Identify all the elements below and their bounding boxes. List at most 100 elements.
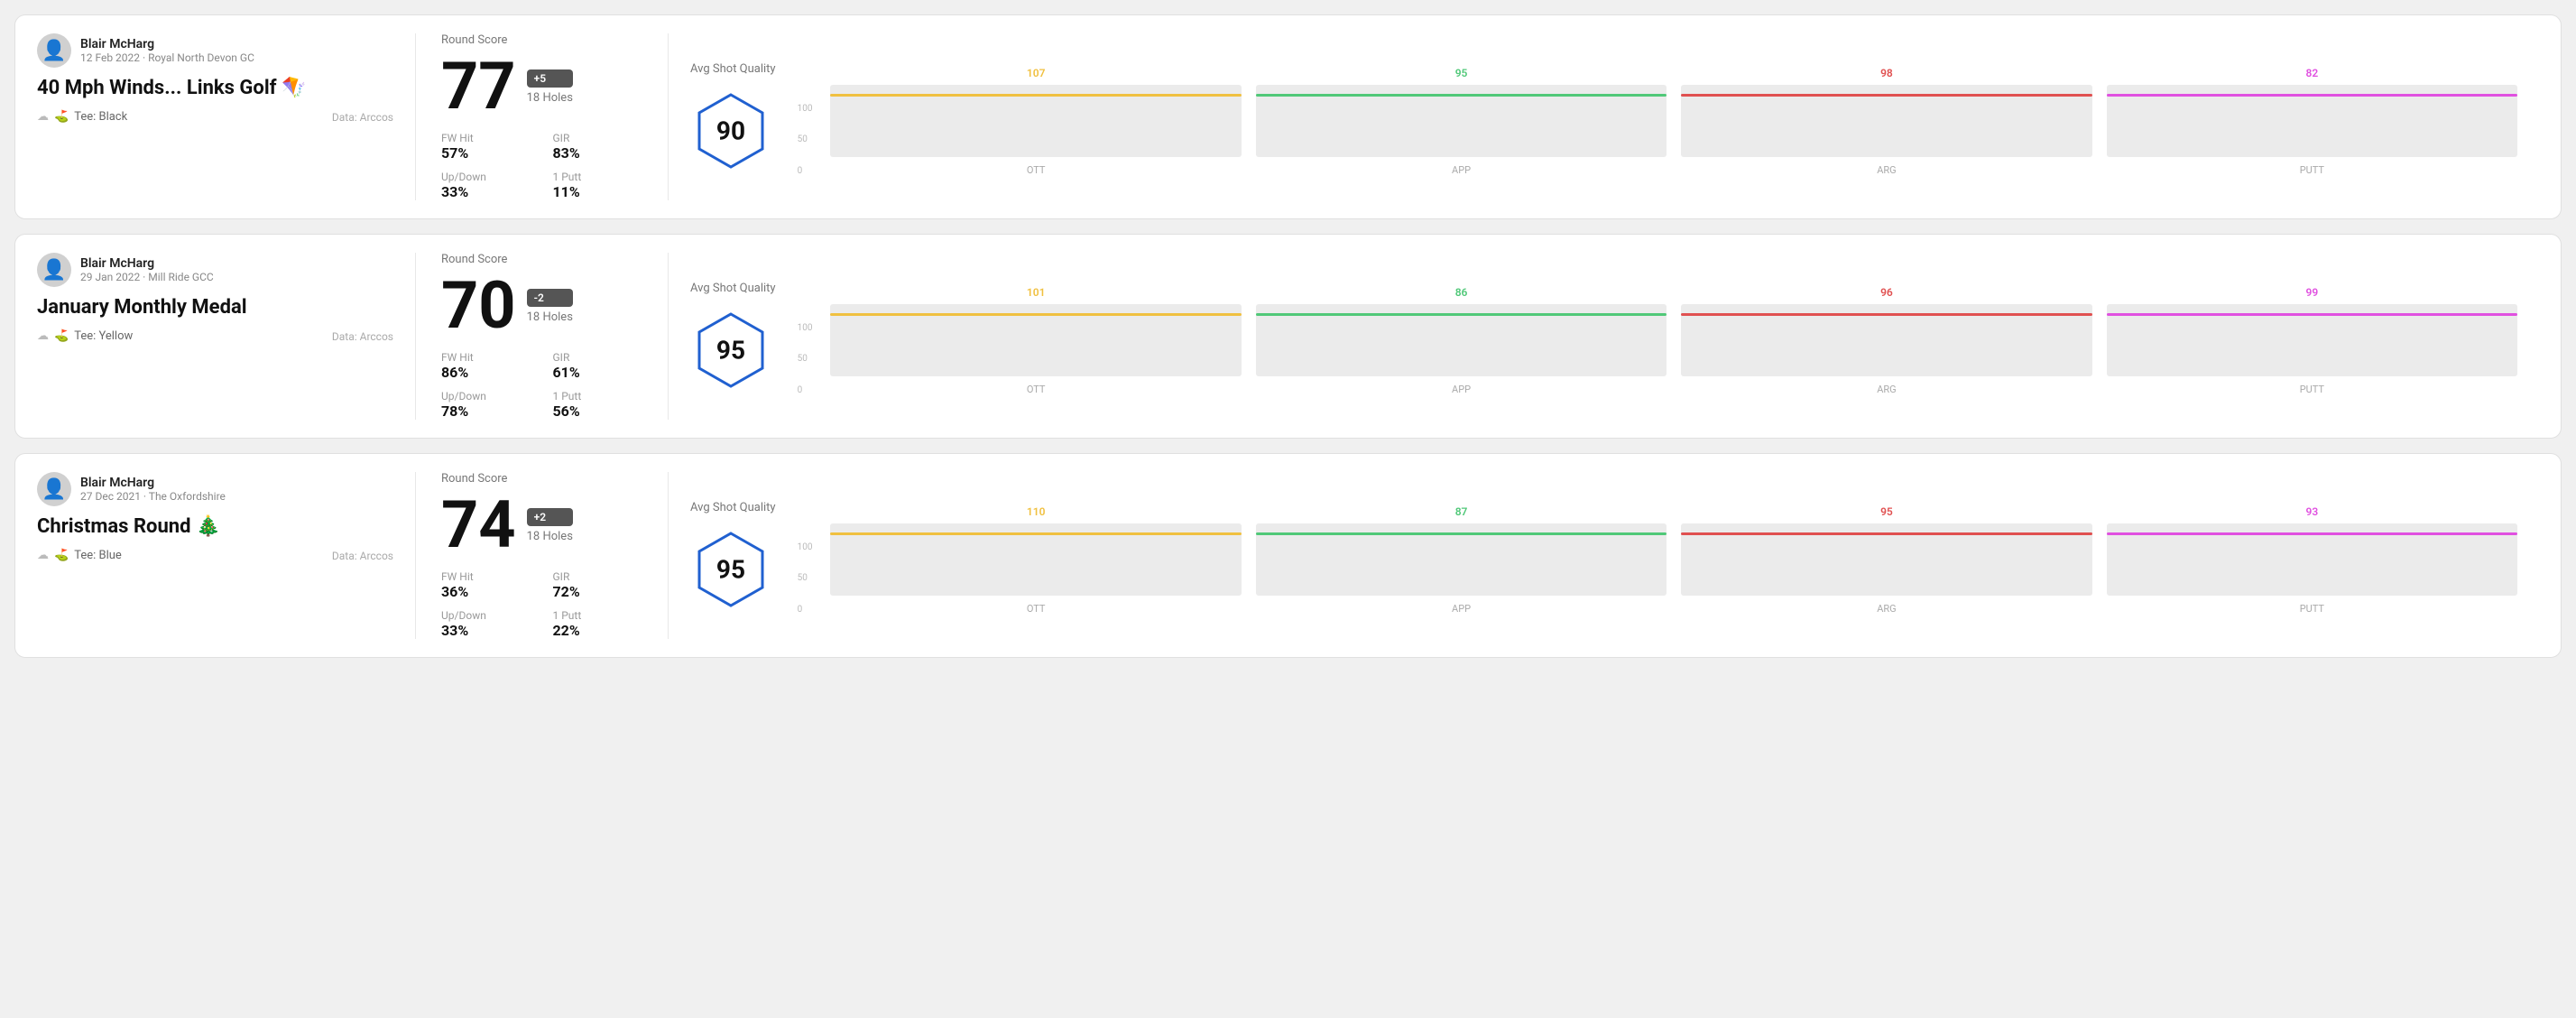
stat-label: FW Hit [441, 570, 531, 583]
tee-label: Tee: Black [74, 110, 127, 124]
stat-item: FW Hit57% [441, 132, 531, 162]
chart-col-ott: 107OTT [830, 67, 1241, 176]
avatar: 👤 [37, 33, 71, 68]
bar-bg [1256, 304, 1667, 376]
y-axis-label: 0 [798, 166, 813, 176]
bar-label: PUTT [2300, 164, 2324, 176]
bar-line [830, 94, 1241, 97]
chart-y-axis: 100500 [798, 104, 817, 176]
bar-bg [1681, 85, 2091, 157]
stat-label: GIR [553, 570, 643, 583]
shot-quality-label: Avg Shot Quality [690, 62, 776, 76]
stat-value: 33% [441, 183, 531, 200]
bar-wrapper [830, 85, 1241, 157]
bar-label: ARG [1877, 164, 1896, 176]
bar-label: APP [1452, 164, 1471, 176]
score-row: 77+518 Holes [441, 54, 642, 119]
stat-label: 1 Putt [553, 390, 643, 403]
bar-value: 86 [1455, 286, 1468, 299]
score-meta: -218 Holes [527, 289, 573, 324]
y-axis-label: 50 [798, 573, 813, 583]
holes-label: 18 Holes [527, 310, 573, 324]
bar-bg [1681, 304, 2091, 376]
bar-line [830, 313, 1241, 316]
score-big: 74 [441, 493, 516, 558]
hexagon-score: 95 [716, 555, 745, 585]
data-source: Data: Arccos [332, 550, 393, 562]
user-name: Blair McHarg [80, 256, 214, 271]
bar-line [1681, 94, 2091, 97]
stat-value: 61% [553, 364, 643, 381]
bar-line [1681, 313, 2091, 316]
chart-col-arg: 98ARG [1681, 67, 2091, 176]
stats-grid: FW Hit36%GIR72%Up/Down33%1 Putt22% [441, 570, 642, 639]
card-right: Avg Shot Quality 90100500107OTT95APP98AR… [669, 33, 2539, 200]
stat-item: GIR72% [553, 570, 643, 600]
bar-value: 87 [1455, 505, 1468, 518]
stat-value: 56% [553, 403, 643, 420]
round-title: Christmas Round 🎄 [37, 515, 393, 538]
stat-value: 57% [441, 144, 531, 162]
data-source: Data: Arccos [332, 330, 393, 343]
chart-container: 100500110OTT87APP95ARG93PUTT [798, 497, 2517, 615]
bar-wrapper [1681, 523, 2091, 596]
rounds-list: 👤Blair McHarg12 Feb 2022 · Royal North D… [14, 14, 2562, 658]
bar-wrapper [1256, 85, 1667, 157]
score-row: 70-218 Holes [441, 273, 642, 338]
card-right: Avg Shot Quality 95100500110OTT87APP95AR… [669, 472, 2539, 639]
chart-col-putt: 99PUTT [2107, 286, 2517, 395]
stat-item: 1 Putt22% [553, 609, 643, 639]
bar-label: OTT [1027, 164, 1046, 176]
bar-bg [2107, 85, 2517, 157]
stat-label: 1 Putt [553, 609, 643, 622]
bar-label: ARG [1877, 384, 1896, 395]
card-left: 👤Blair McHarg27 Dec 2021 · The Oxfordshi… [37, 472, 416, 639]
score-label: Round Score [441, 33, 642, 47]
bar-label: ARG [1877, 603, 1896, 615]
y-axis-label: 0 [798, 385, 813, 395]
bar-line [1256, 94, 1667, 97]
bar-wrapper [830, 304, 1241, 376]
weather-icon: ☁ [37, 549, 49, 562]
stats-grid: FW Hit57%GIR83%Up/Down33%1 Putt11% [441, 132, 642, 200]
bar-bg [830, 523, 1241, 596]
stat-item: Up/Down33% [441, 171, 531, 200]
score-meta: +218 Holes [527, 508, 573, 543]
stat-label: GIR [553, 132, 643, 144]
stat-item: GIR83% [553, 132, 643, 162]
stat-label: FW Hit [441, 351, 531, 364]
bar-line [2107, 94, 2517, 97]
stat-value: 72% [553, 583, 643, 600]
bar-wrapper [1681, 304, 2091, 376]
hexagon: 90 [690, 90, 771, 171]
stat-label: FW Hit [441, 132, 531, 144]
user-icon: 👤 [42, 259, 66, 282]
shot-quality-label: Avg Shot Quality [690, 501, 776, 514]
bar-bg [2107, 523, 2517, 596]
bar-value: 82 [2305, 67, 2318, 79]
chart-col-arg: 96ARG [1681, 286, 2091, 395]
chart-section: 100500110OTT87APP95ARG93PUTT [798, 497, 2517, 615]
y-axis-label: 50 [798, 134, 813, 144]
card-middle: Round Score70-218 HolesFW Hit86%GIR61%Up… [416, 253, 669, 420]
user-name: Blair McHarg [80, 476, 226, 490]
tee-row: ☁⛳Tee: BlackData: Arccos [37, 110, 393, 124]
bar-label: APP [1452, 384, 1471, 395]
user-info: Blair McHarg29 Jan 2022 · Mill Ride GCC [80, 256, 214, 283]
weather-icon: ☁ [37, 110, 49, 124]
card-left: 👤 Blair McHarg29 Jan 2022 · Mill Ride GCC… [37, 253, 416, 420]
score-meta: +518 Holes [527, 69, 573, 105]
stat-item: FW Hit86% [441, 351, 531, 381]
tee-label: Tee: Blue [74, 549, 122, 562]
bar-value: 93 [2305, 505, 2318, 518]
shot-quality-section: Avg Shot Quality 95 [690, 501, 776, 610]
bar-value: 101 [1027, 286, 1046, 299]
card-right: Avg Shot Quality 95100500101OTT86APP96AR… [669, 253, 2539, 420]
stat-value: 83% [553, 144, 643, 162]
card-middle: Round Score 77+518 Holes FW Hit57% GIR83% Up… [416, 33, 669, 200]
bar-wrapper [2107, 85, 2517, 157]
bar-wrapper [1681, 85, 2091, 157]
user-row: 👤Blair McHarg27 Dec 2021 · The Oxfordshi… [37, 472, 393, 506]
bar-bg [830, 85, 1241, 157]
card-middle: Round Score74+218 HolesFW Hit36%GIR72%Up… [416, 472, 669, 639]
